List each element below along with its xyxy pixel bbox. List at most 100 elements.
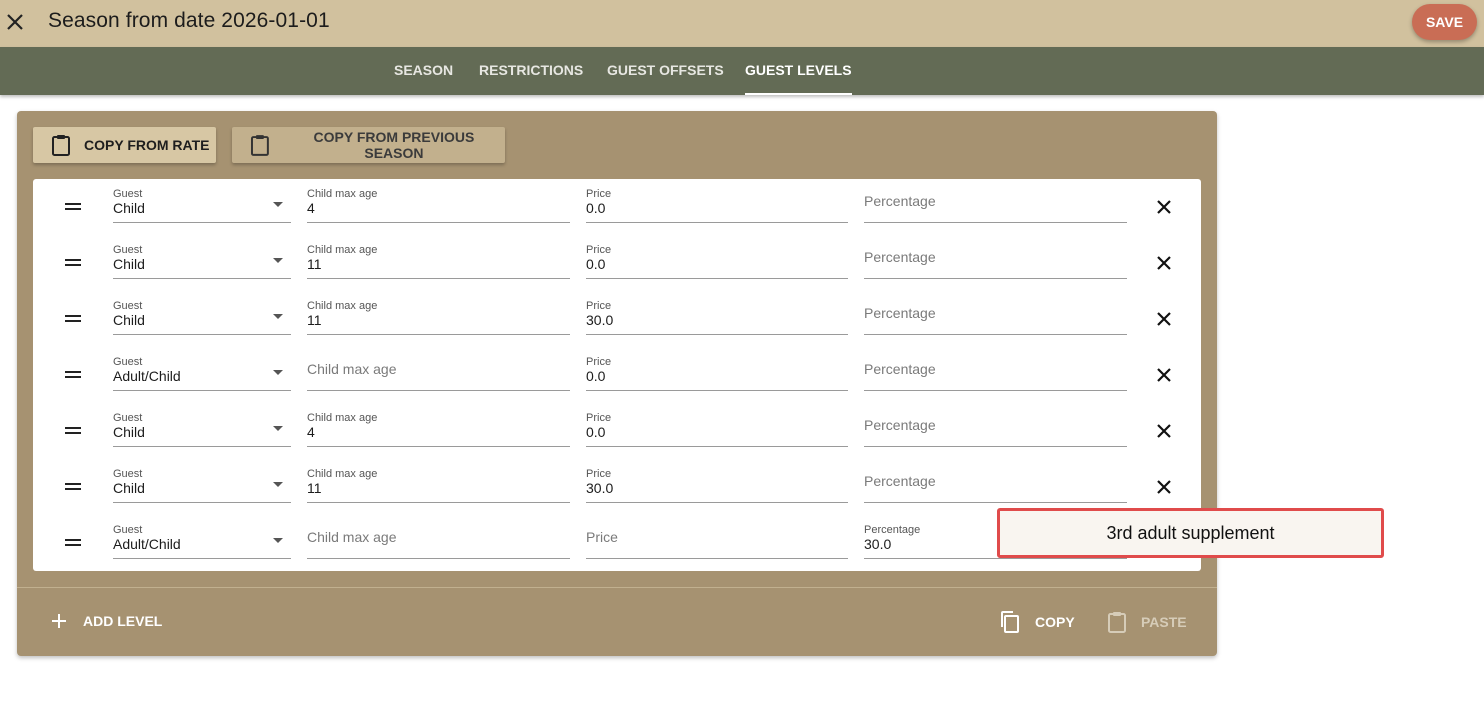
price-input[interactable]: Price 0.0 (586, 411, 848, 447)
guest-select[interactable]: Guest Child (113, 467, 291, 503)
dropdown-caret-icon (273, 258, 283, 263)
percentage-input[interactable]: Percentage (864, 243, 1127, 279)
child-max-age-input-label: Child max age (307, 468, 378, 480)
tab-restrictions[interactable]: RESTRICTIONS (479, 47, 583, 95)
dropdown-caret-icon (273, 538, 283, 543)
guest-select-label: Guest (113, 468, 143, 480)
percentage-input[interactable]: Percentage (864, 299, 1127, 335)
remove-level-icon[interactable] (1155, 422, 1173, 440)
guest-select-value: Child (113, 256, 145, 272)
percentage-input[interactable]: Percentage (864, 467, 1127, 503)
child-max-age-input[interactable]: Child max age 11 (307, 243, 570, 279)
price-input[interactable]: Price (586, 523, 848, 559)
guest-level-row: Guest Adult/Child Child max age Price 0.0 Per… (33, 347, 1201, 403)
tab-guest-offsets[interactable]: GUEST OFFSETS (607, 47, 724, 95)
percentage-input-placeholder: Percentage (864, 417, 936, 433)
price-input-value: 30.0 (586, 312, 614, 328)
tooltip: 3rd adult supplement (997, 508, 1384, 558)
drag-handle-icon[interactable] (65, 257, 81, 267)
price-input-label: Price (586, 188, 612, 200)
clipboard-icon (250, 135, 269, 156)
tab-guest-levels[interactable]: GUEST LEVELS (745, 47, 852, 95)
copy-from-previous-season-label: COPY FROM PREVIOUS SEASON (313, 129, 475, 161)
guest-select-label: Guest (113, 188, 143, 200)
remove-level-icon[interactable] (1155, 310, 1173, 328)
child-max-age-input-value: 4 (307, 424, 315, 440)
price-input-value: 30.0 (586, 480, 614, 496)
copy-button[interactable]: COPY (999, 609, 1075, 635)
drag-handle-icon[interactable] (65, 537, 81, 547)
child-max-age-input-placeholder: Child max age (307, 361, 397, 377)
guest-select-label: Guest (113, 412, 143, 424)
child-max-age-input[interactable]: Child max age 4 (307, 411, 570, 447)
drag-handle-icon[interactable] (65, 313, 81, 323)
guest-select-label: Guest (113, 524, 143, 536)
child-max-age-input[interactable]: Child max age 11 (307, 467, 570, 503)
percentage-input[interactable]: Percentage (864, 187, 1127, 223)
drag-handle-icon[interactable] (65, 369, 81, 379)
child-max-age-input-label: Child max age (307, 244, 378, 256)
guest-select[interactable]: Guest Adult/Child (113, 523, 291, 559)
remove-level-icon[interactable] (1155, 478, 1173, 496)
guest-select-label: Guest (113, 244, 143, 256)
price-input-label: Price (586, 468, 612, 480)
guest-select-value: Adult/Child (113, 368, 181, 384)
close-icon[interactable] (6, 10, 26, 34)
guest-level-row: Guest Child Child max age 11 Price 30.0 Percen… (33, 459, 1201, 515)
guest-levels-card: COPY FROM RATE COPY FROM PREVIOUS SEASON… (17, 111, 1217, 656)
child-max-age-input[interactable]: Child max age (307, 523, 570, 559)
guest-select[interactable]: Guest Child (113, 243, 291, 279)
child-max-age-input[interactable]: Child max age 11 (307, 299, 570, 335)
percentage-input[interactable]: Percentage (864, 355, 1127, 391)
save-button[interactable]: SAVE (1412, 4, 1477, 40)
child-max-age-input-value: 11 (307, 256, 322, 272)
guest-level-row: Guest Child Child max age 4 Price 0.0 Percenta… (33, 403, 1201, 459)
guest-select-label: Guest (113, 356, 143, 368)
remove-level-icon[interactable] (1155, 254, 1173, 272)
guest-level-row: Guest Child Child max age 4 Price 0.0 Percenta… (33, 179, 1201, 235)
price-input-placeholder: Price (586, 529, 618, 545)
remove-level-icon[interactable] (1155, 198, 1173, 216)
price-input[interactable]: Price 30.0 (586, 467, 848, 503)
price-input-label: Price (586, 356, 612, 368)
card-divider (17, 587, 1217, 588)
child-max-age-input-label: Child max age (307, 412, 378, 424)
child-max-age-input-placeholder: Child max age (307, 529, 397, 545)
guest-select[interactable]: Guest Adult/Child (113, 355, 291, 391)
drag-handle-icon[interactable] (65, 425, 81, 435)
price-input[interactable]: Price 0.0 (586, 187, 848, 223)
add-level-button[interactable]: ADD LEVEL (51, 609, 162, 633)
dropdown-caret-icon (273, 482, 283, 487)
drag-handle-icon[interactable] (65, 481, 81, 491)
percentage-input[interactable]: Percentage (864, 411, 1127, 447)
tab-bar: SEASON RESTRICTIONS GUEST OFFSETS GUEST … (0, 47, 1484, 95)
percentage-input-placeholder: Percentage (864, 473, 936, 489)
guest-level-row: Guest Child Child max age 11 Price 0.0 Percent… (33, 235, 1201, 291)
app-header: Season from date 2026-01-01 SAVE (0, 0, 1484, 47)
guest-select[interactable]: Guest Child (113, 411, 291, 447)
dropdown-caret-icon (273, 426, 283, 431)
drag-handle-icon[interactable] (65, 201, 81, 211)
percentage-input-value: 30.0 (864, 536, 892, 552)
paste-button[interactable]: PASTE (1107, 609, 1187, 635)
price-input-value: 0.0 (586, 424, 606, 440)
child-max-age-input-label: Child max age (307, 188, 378, 200)
copy-from-rate-button[interactable]: COPY FROM RATE (33, 127, 216, 163)
guest-select-label: Guest (113, 300, 143, 312)
child-max-age-input-label: Child max age (307, 300, 378, 312)
child-max-age-input[interactable]: Child max age 4 (307, 187, 570, 223)
guest-select-value: Child (113, 480, 145, 496)
tab-season[interactable]: SEASON (394, 47, 453, 95)
price-input[interactable]: Price 30.0 (586, 299, 848, 335)
remove-level-icon[interactable] (1155, 366, 1173, 384)
guest-select[interactable]: Guest Child (113, 187, 291, 223)
child-max-age-input[interactable]: Child max age (307, 355, 570, 391)
copy-from-previous-season-button[interactable]: COPY FROM PREVIOUS SEASON (232, 127, 505, 163)
price-input[interactable]: Price 0.0 (586, 355, 848, 391)
dropdown-caret-icon (273, 370, 283, 375)
child-max-age-input-value: 11 (307, 312, 322, 328)
paste-label: PASTE (1141, 614, 1187, 630)
guest-select[interactable]: Guest Child (113, 299, 291, 335)
copy-from-rate-label: COPY FROM RATE (84, 137, 210, 153)
price-input[interactable]: Price 0.0 (586, 243, 848, 279)
